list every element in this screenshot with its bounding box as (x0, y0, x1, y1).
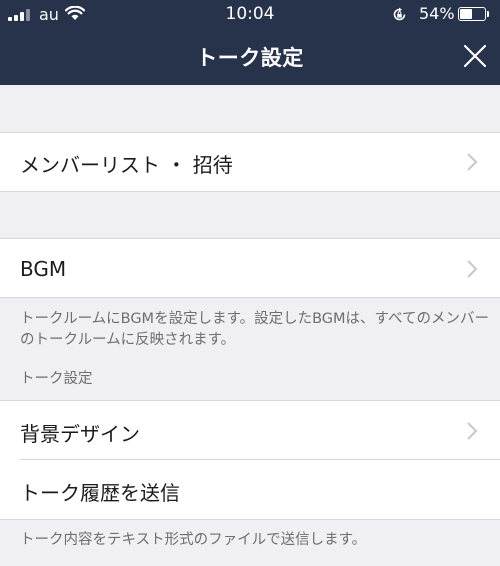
page-title: トーク設定 (196, 46, 304, 70)
bgm-row[interactable]: BGM (0, 238, 500, 298)
section-header-talk-settings: トーク設定 (20, 371, 93, 387)
navigation-header: au 10:04 54% トーク設定 (0, 0, 500, 85)
send-talk-history-label: トーク履歴を送信 (20, 481, 180, 505)
close-icon[interactable] (462, 43, 488, 69)
send-talk-history-row[interactable]: トーク履歴を送信 (0, 460, 500, 520)
status-bar: au 10:04 54% (0, 0, 500, 30)
member-list-invite-label: メンバーリスト ・ 招待 (20, 153, 233, 177)
chevron-right-icon (467, 153, 478, 171)
orientation-lock-icon (393, 7, 406, 21)
battery-percentage: 54% (419, 4, 455, 23)
bgm-label: BGM (20, 257, 67, 281)
battery-tip (487, 11, 489, 17)
battery-icon (458, 7, 486, 21)
background-design-row[interactable]: 背景デザイン (0, 400, 500, 460)
bgm-description: トークルームにBGMを設定します。設定したBGMは、すべてのメンバーのトークルー… (20, 311, 489, 348)
background-design-label: 背景デザイン (20, 422, 140, 446)
member-list-invite-row[interactable]: メンバーリスト ・ 招待 (0, 132, 500, 192)
chevron-right-icon (467, 422, 478, 440)
send-history-description: トーク内容をテキスト形式のファイルで送信します。 (20, 532, 367, 548)
chevron-right-icon (467, 260, 478, 278)
